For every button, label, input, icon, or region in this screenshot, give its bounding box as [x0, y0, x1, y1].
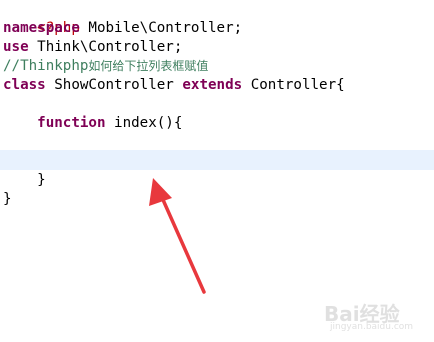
- red-arrow-icon: [149, 178, 206, 294]
- code-editor[interactable]: <?php namespace Mobile\Controller; use T…: [0, 0, 434, 342]
- baidu-jingyan-watermark: Bai经验 jingyan.baidu.com: [318, 296, 430, 336]
- watermark-url: jingyan.baidu.com: [330, 322, 414, 332]
